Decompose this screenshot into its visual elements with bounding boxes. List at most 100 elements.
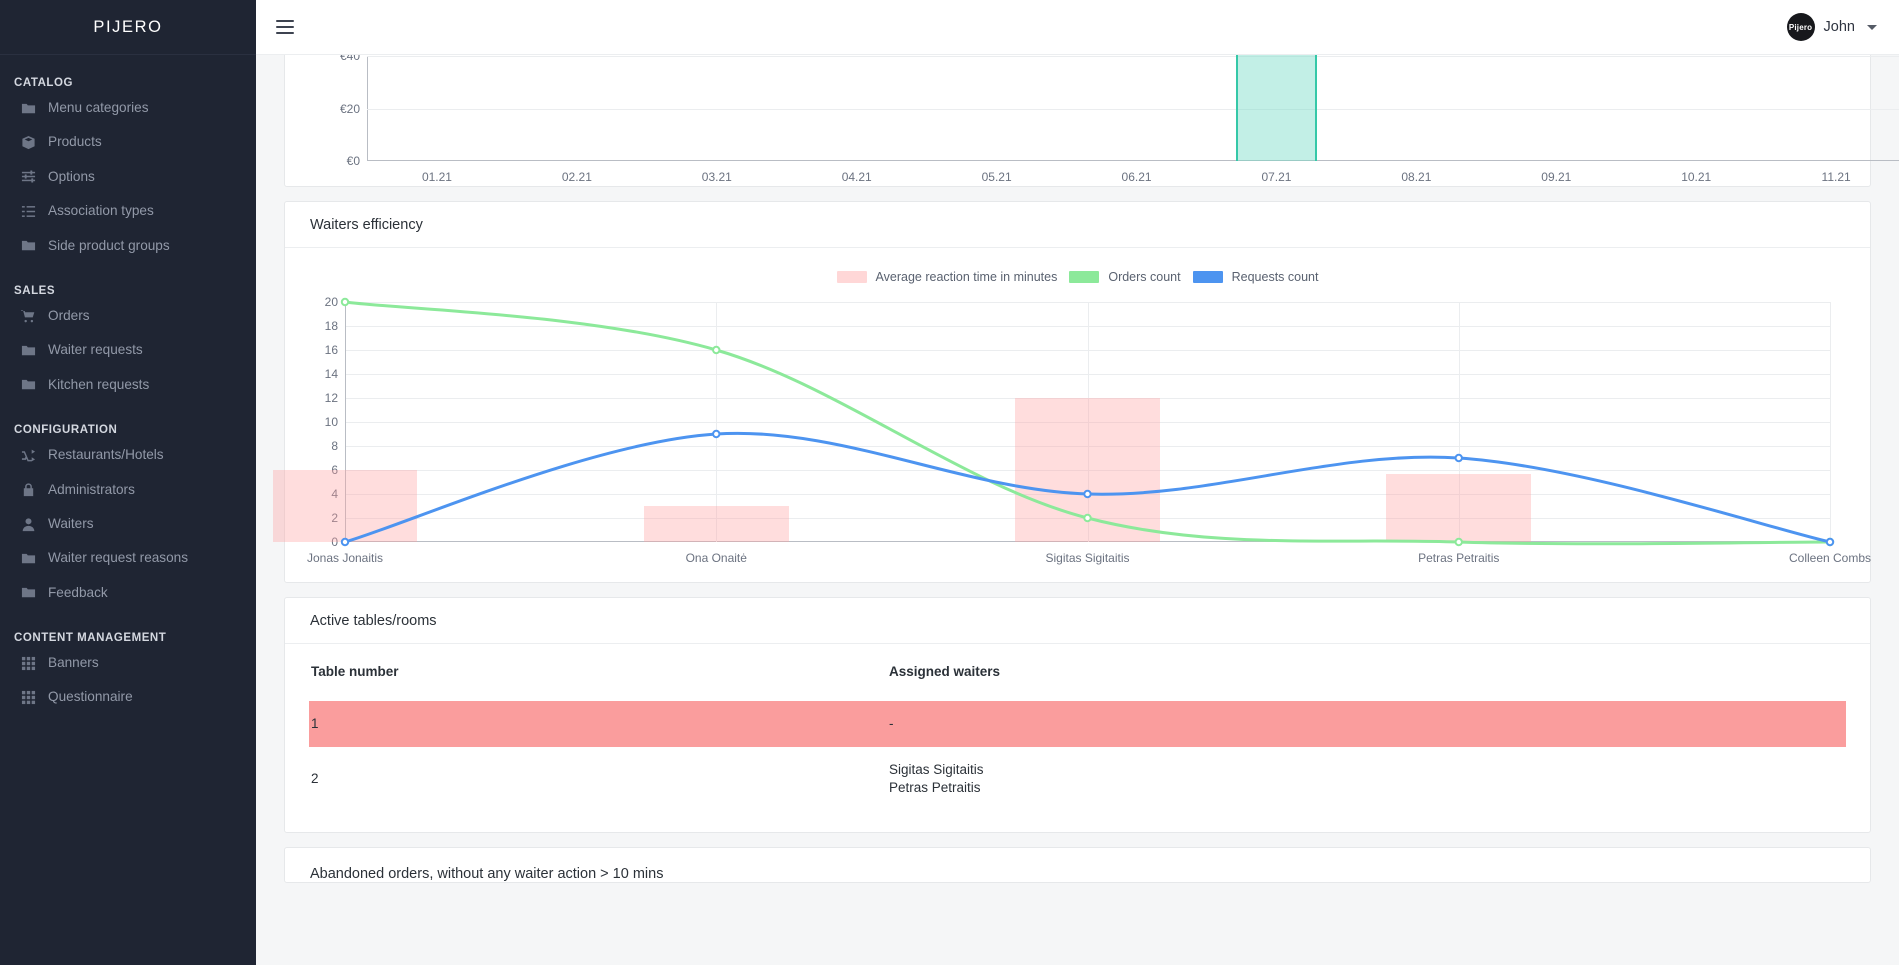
sidebar-item-label: Orders bbox=[48, 307, 90, 323]
we-data-point[interactable] bbox=[340, 537, 350, 547]
column-header-assigned-waiters: Assigned waiters bbox=[889, 664, 1001, 679]
revenue-x-tick: 03.21 bbox=[701, 170, 732, 184]
active-tables-card: Active tables/rooms Table number Assigne… bbox=[284, 597, 1871, 834]
cell-assigned-waiters: Sigitas Sigitaitis Petras Petraitis bbox=[889, 747, 1846, 811]
waiter-name: Petras Petraitis bbox=[889, 779, 981, 795]
revenue-y-tick: €0 bbox=[346, 154, 360, 168]
we-y-tick: 14 bbox=[324, 367, 338, 381]
we-data-point[interactable] bbox=[1083, 513, 1092, 523]
user-name: John bbox=[1823, 19, 1855, 35]
abandoned-orders-card: Abandoned orders, without any waiter act… bbox=[284, 847, 1871, 884]
revenue-bar bbox=[1235, 55, 1318, 161]
sidebar-item-banners[interactable]: Banners bbox=[0, 646, 256, 680]
top-bar: Pijero John bbox=[256, 0, 1899, 55]
we-y-tick: 10 bbox=[324, 415, 338, 429]
table-header-row: Table number Assigned waiters bbox=[309, 650, 1846, 701]
we-x-tick: Ona Onaitė bbox=[685, 551, 747, 565]
we-y-tick: 16 bbox=[324, 343, 338, 357]
we-x-tick: Petras Petraitis bbox=[1418, 551, 1500, 565]
we-data-point[interactable] bbox=[1083, 489, 1092, 499]
shuffle-icon bbox=[20, 447, 36, 463]
cart-icon bbox=[20, 308, 36, 324]
chevron-down-icon[interactable] bbox=[1867, 24, 1877, 30]
sidebar-item-waiter-requests[interactable]: Waiter requests bbox=[0, 333, 256, 367]
legend-swatch-orders-count bbox=[1069, 271, 1100, 283]
legend-item-avg-reaction[interactable]: Average reaction time in minutes bbox=[836, 270, 1057, 284]
revenue-x-tick: 06.21 bbox=[1121, 170, 1152, 184]
sidebar-item-label: Banners bbox=[48, 655, 99, 671]
revenue-x-tick: 11.21 bbox=[1821, 170, 1851, 184]
avatar: Pijero bbox=[1786, 13, 1815, 41]
revenue-gridline bbox=[367, 108, 1899, 110]
revenue-x-tick: 09.21 bbox=[1541, 170, 1572, 184]
revenue-x-tick: 04.21 bbox=[841, 170, 872, 184]
we-data-point[interactable] bbox=[712, 429, 721, 439]
we-data-point[interactable] bbox=[1454, 453, 1463, 463]
we-data-point[interactable] bbox=[1454, 537, 1463, 547]
revenue-gridline bbox=[367, 56, 1899, 57]
sidebar-item-label: Association types bbox=[48, 203, 154, 219]
revenue-chart-card: €0 €20 €40 01.21 02.21 03.21 04.21 05.21 06.21 07… bbox=[284, 55, 1899, 187]
revenue-x-tick: 07.21 bbox=[1261, 170, 1292, 184]
sidebar-item-waiters[interactable]: Waiters bbox=[0, 507, 256, 541]
cell-assigned-waiters: - bbox=[889, 701, 1846, 747]
sidebar-item-label: Waiter request reasons bbox=[48, 550, 189, 566]
sidebar-item-side-product-groups[interactable]: Side product groups bbox=[0, 229, 256, 263]
sidebar-item-administrators[interactable]: Administrators bbox=[0, 473, 256, 507]
sidebar-item-kitchen-requests[interactable]: Kitchen requests bbox=[0, 368, 256, 402]
we-x-tick: Colleen Combs bbox=[1788, 551, 1872, 565]
sidebar-item-waiter-request-reasons[interactable]: Waiter request reasons bbox=[0, 541, 256, 575]
sidebar-item-orders[interactable]: Orders bbox=[0, 299, 256, 333]
legend-item-requests-count[interactable]: Requests count bbox=[1192, 270, 1318, 284]
legend-label: Orders count bbox=[1108, 270, 1181, 284]
folder-icon bbox=[20, 238, 36, 254]
we-data-point[interactable] bbox=[1825, 537, 1835, 547]
sidebar-item-label: Questionnaire bbox=[48, 689, 133, 705]
folder-icon bbox=[20, 343, 36, 359]
brand-logo[interactable]: PIJERO bbox=[0, 0, 256, 55]
sidebar-item-questionnaire[interactable]: Questionnaire bbox=[0, 680, 256, 714]
we-x-tick: Sigitas Sigitaitis bbox=[1045, 551, 1130, 565]
we-lines bbox=[340, 297, 1835, 547]
content-scroll[interactable]: €0 €20 €40 01.21 02.21 03.21 04.21 05.21 06.21 07… bbox=[256, 55, 1899, 965]
sidebar-item-products[interactable]: Products bbox=[0, 125, 256, 159]
sidebar-item-label: Options bbox=[48, 168, 95, 184]
sidebar-section-catalog: CATALOG bbox=[14, 77, 73, 89]
waiters-efficiency-card: Waiters efficiency Average reaction time… bbox=[272, 201, 1872, 583]
folder-icon bbox=[20, 550, 36, 566]
user-menu[interactable]: Pijero John bbox=[1786, 13, 1877, 41]
cell-table-number: 2 bbox=[311, 771, 319, 787]
table-row[interactable]: 2 Sigitas Sigitaitis Petras Petraitis bbox=[309, 747, 1846, 811]
legend-swatch-avg-reaction bbox=[836, 271, 867, 283]
folder-icon bbox=[20, 377, 36, 393]
grid-icon bbox=[20, 655, 36, 671]
we-x-tick: Jonas Jonaitis bbox=[306, 551, 384, 565]
sidebar-item-feedback[interactable]: Feedback bbox=[0, 576, 256, 610]
sidebar-item-label: Feedback bbox=[48, 584, 108, 600]
hamburger-icon[interactable] bbox=[274, 16, 296, 38]
revenue-plot: €0 €20 €40 01.21 02.21 03.21 04.21 05.21 06.21 07… bbox=[340, 55, 1899, 184]
lock-icon bbox=[20, 482, 36, 498]
sidebar-item-label: Administrators bbox=[48, 481, 135, 497]
sidebar-item-label: Kitchen requests bbox=[48, 376, 150, 392]
waiters-efficiency-title: Waiters efficiency bbox=[285, 202, 1870, 248]
list-check-icon bbox=[20, 203, 36, 219]
revenue-chart-body: €0 €20 €40 01.21 02.21 03.21 04.21 05.21 06.21 07… bbox=[285, 55, 1899, 186]
revenue-x-tick: 02.21 bbox=[561, 170, 592, 184]
we-y-tick: 12 bbox=[324, 391, 338, 405]
sidebar-nav: CATALOG Menu categories Products Options… bbox=[0, 55, 256, 715]
sidebar-item-menu-categories[interactable]: Menu categories bbox=[0, 91, 256, 125]
sidebar-item-label: Side product groups bbox=[48, 237, 170, 253]
we-data-point[interactable] bbox=[712, 345, 721, 355]
sidebar-item-association-types[interactable]: Association types bbox=[0, 194, 256, 228]
revenue-x-tick: 10.21 bbox=[1681, 170, 1712, 184]
cell-table-number: 1 bbox=[309, 701, 889, 747]
revenue-y-tick: €40 bbox=[339, 55, 360, 63]
sidebar-item-options[interactable]: Options bbox=[0, 160, 256, 194]
active-tables-table: Table number Assigned waiters 1 - 2 Sigi… bbox=[309, 650, 1846, 810]
we-data-point[interactable] bbox=[340, 297, 350, 307]
table-row[interactable]: 1 - bbox=[309, 701, 1846, 747]
legend-item-orders-count[interactable]: Orders count bbox=[1069, 270, 1181, 284]
sidebar-item-restaurants-hotels[interactable]: Restaurants/Hotels bbox=[0, 438, 256, 472]
chart-legend: Average reaction time in minutes Orders … bbox=[309, 256, 1846, 286]
